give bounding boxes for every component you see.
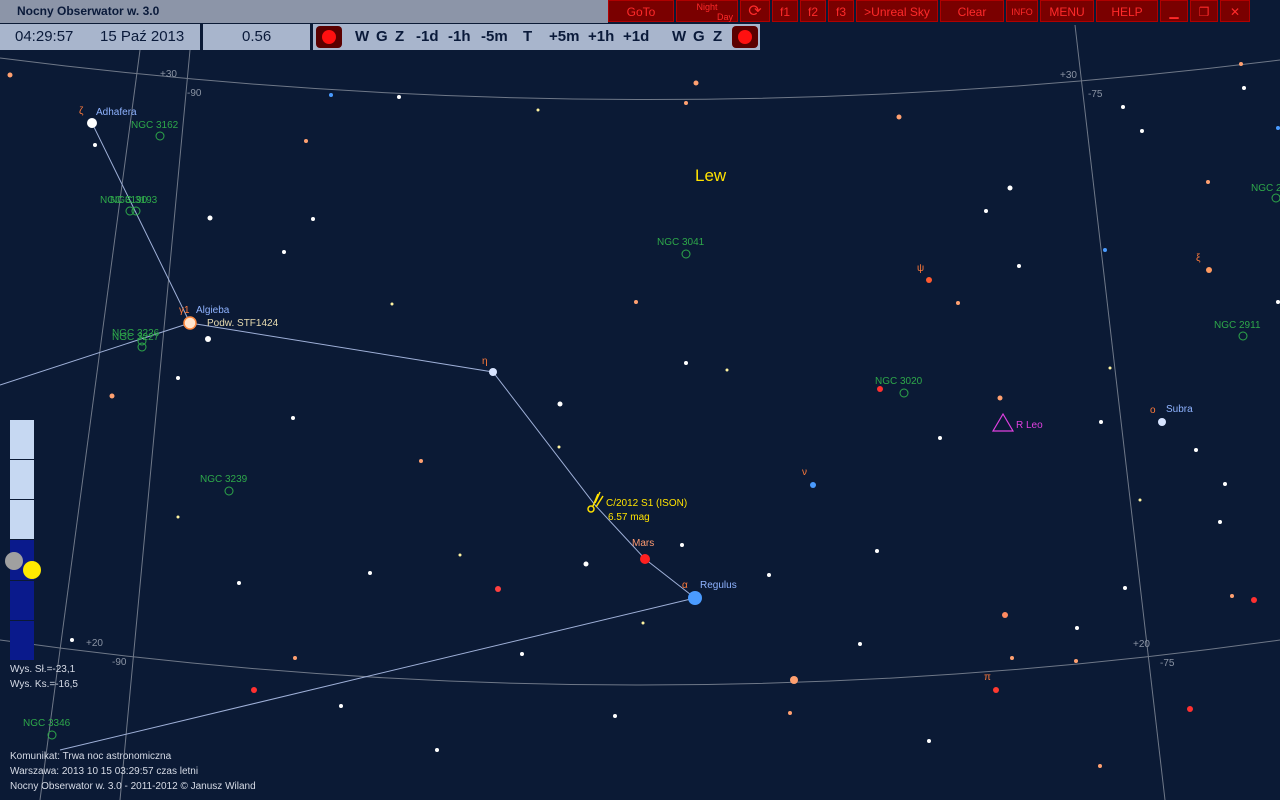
sun-icon	[23, 561, 41, 579]
copyright: Nocny Obserwator w. 3.0 - 2011-2012 © Ja…	[10, 781, 256, 792]
minus-1h-button[interactable]: -1h	[448, 24, 471, 50]
goto-button[interactable]: GoTo	[608, 0, 674, 22]
time-step-value[interactable]: 0.56	[242, 24, 271, 50]
star-label-regulus[interactable]: Regulus	[700, 580, 737, 591]
night-day-toggle[interactable]: Night Day	[676, 0, 738, 22]
record-button-right[interactable]	[732, 26, 758, 48]
g-button[interactable]: G	[376, 24, 388, 50]
close-icon[interactable]: ✕	[1220, 0, 1250, 22]
variable-star-label[interactable]: R Leo	[1016, 420, 1043, 431]
double-star-label[interactable]: Podw. STF1424	[207, 318, 278, 329]
now-button[interactable]: T	[523, 24, 532, 50]
info-button[interactable]: INFO	[1006, 0, 1038, 22]
f3-button[interactable]: f3	[828, 0, 854, 22]
separator	[200, 24, 203, 50]
comet-magnitude: 6.57 mag	[608, 512, 650, 523]
f2-button[interactable]: f2	[800, 0, 826, 22]
refresh-icon[interactable]: ⟳	[740, 0, 770, 22]
grid-label: -75	[1088, 89, 1103, 100]
f1-button[interactable]: f1	[772, 0, 798, 22]
grid-label: +30	[1060, 70, 1077, 81]
star-label-algieba[interactable]: Algieba	[196, 305, 229, 316]
z-button-right[interactable]: Z	[713, 24, 722, 50]
planet-label-mars[interactable]: Mars	[632, 538, 654, 549]
greek-label: η	[482, 356, 488, 367]
w-button[interactable]: W	[355, 24, 369, 50]
greek-label: ν	[802, 467, 807, 478]
status-message: Komunikat: Trwa noc astronomiczna	[10, 751, 172, 762]
g-button-right[interactable]: G	[693, 24, 705, 50]
separator	[310, 24, 313, 50]
star-label-adhafera[interactable]: Adhafera	[96, 107, 137, 118]
help-button[interactable]: HELP	[1096, 0, 1158, 22]
z-button[interactable]: Z	[395, 24, 404, 50]
minus-1d-button[interactable]: -1d	[416, 24, 439, 50]
unreal-sky-button[interactable]: >Unreal Sky	[856, 0, 938, 22]
time-display[interactable]: 04:29:57	[15, 24, 73, 50]
moon-icon	[5, 552, 23, 570]
night-label: Night	[696, 2, 718, 12]
plus-5m-button[interactable]: +5m	[549, 24, 579, 50]
ngc-label[interactable]: NGC 2911	[1214, 320, 1261, 331]
grid-label: -90	[112, 657, 127, 668]
grid-label: -75	[1160, 658, 1175, 669]
constellation-name: Lew	[695, 166, 727, 185]
main-toolbar: GoTo Night Day ⟳ f1 f2 f3 >Unreal Sky Cl…	[608, 0, 1250, 24]
greek-label: ψ	[917, 263, 925, 274]
altitude-gauge	[10, 420, 34, 660]
menu-button[interactable]: MENU	[1040, 0, 1094, 22]
sun-altitude: Wys. Sł.=-23,1	[10, 664, 76, 675]
moon-altitude: Wys. Ks.=-16,5	[10, 679, 78, 690]
plus-1h-button[interactable]: +1h	[588, 24, 614, 50]
day-label: Day	[716, 12, 733, 22]
time-bar: 04:29:57 15 Paź 2013 0.56 W G Z -1d -1h …	[0, 24, 760, 50]
ngc-label[interactable]: NGC 3193	[110, 195, 157, 206]
plus-1d-button[interactable]: +1d	[623, 24, 649, 50]
ngc-label[interactable]: NGC 3020	[875, 376, 922, 387]
location-time: Warszawa: 2013 10 15 03:29:57 czas letni	[10, 766, 199, 777]
grid-label: -90	[187, 88, 202, 99]
comet-label[interactable]: C/2012 S1 (ISON)	[606, 498, 687, 509]
ngc-label[interactable]: NGC 3239	[200, 474, 247, 485]
record-button[interactable]	[316, 26, 342, 48]
ngc-label[interactable]: NGC 3041	[657, 237, 704, 248]
minus-5m-button[interactable]: -5m	[481, 24, 508, 50]
app-title: Nocny Obserwator w. 3.0	[0, 0, 608, 23]
restore-icon[interactable]: ❐	[1190, 0, 1218, 22]
greek-label: γ1	[179, 305, 190, 316]
ngc-label[interactable]: NGC 2	[1251, 183, 1280, 194]
greek-label: α	[682, 580, 688, 591]
minimize-icon[interactable]: ▁	[1160, 0, 1188, 22]
clear-button[interactable]: Clear	[940, 0, 1004, 22]
greek-label: ξ	[1196, 253, 1201, 264]
ngc-label[interactable]: NGC 3346	[23, 718, 70, 729]
grid-label: +20	[1133, 639, 1150, 650]
greek-label: π	[984, 672, 991, 683]
ngc-label[interactable]: NGC 3227	[112, 332, 159, 343]
grid-label: +20	[86, 638, 103, 649]
date-display[interactable]: 15 Paź 2013	[100, 24, 184, 50]
w-button-right[interactable]: W	[672, 24, 686, 50]
greek-label: ζ	[79, 106, 84, 117]
greek-label: ο	[1150, 405, 1156, 416]
star-label-subra[interactable]: Subra	[1166, 404, 1193, 415]
sky-map[interactable]	[0, 0, 1280, 800]
ngc-label[interactable]: NGC 3162	[131, 120, 178, 131]
grid-label: +30	[160, 69, 177, 80]
